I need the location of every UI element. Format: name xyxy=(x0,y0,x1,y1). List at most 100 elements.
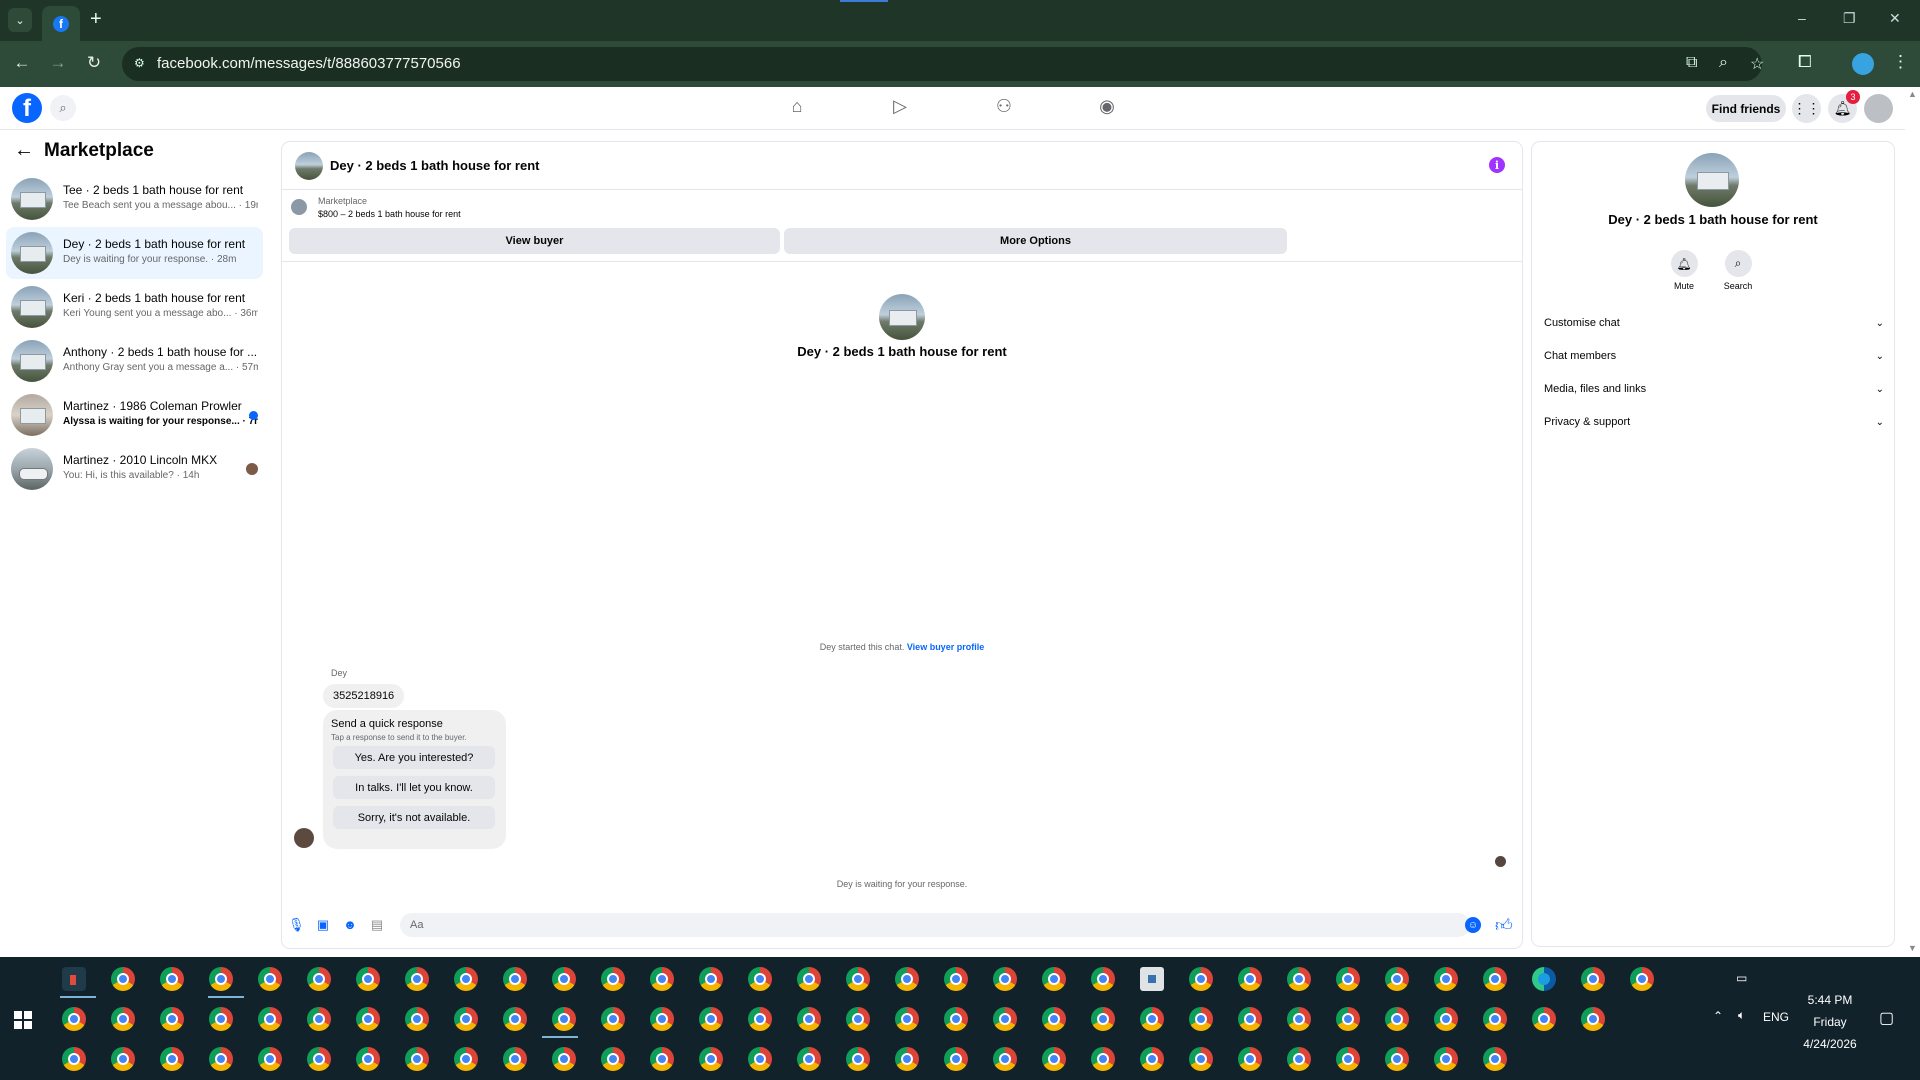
taskbar-app-icon[interactable] xyxy=(1042,1047,1066,1071)
taskbar-app-icon[interactable] xyxy=(405,1007,429,1031)
gif-icon[interactable]: ▤ xyxy=(369,917,385,933)
taskbar-app-icon[interactable] xyxy=(405,967,429,991)
taskbar-app-icon[interactable] xyxy=(356,1007,380,1031)
minimize-button[interactable]: – xyxy=(1798,10,1806,26)
taskbar-app-icon[interactable] xyxy=(1287,1047,1311,1071)
taskbar-app-icon[interactable] xyxy=(503,967,527,991)
taskbar-app-icon[interactable] xyxy=(1091,1007,1115,1031)
taskbar-app-icon[interactable] xyxy=(1140,1007,1164,1031)
message-bubble[interactable]: 3525218916 xyxy=(323,684,405,708)
taskbar-app-icon[interactable] xyxy=(748,967,772,991)
new-tab-button[interactable]: + xyxy=(90,9,102,29)
conversation-item[interactable]: Martinez · 1986 Coleman Prowler Alyssa is… xyxy=(6,389,263,441)
sidebar-scrollbar[interactable] xyxy=(263,131,268,957)
back-arrow-icon[interactable]: ← xyxy=(14,139,34,162)
taskbar-app-icon[interactable] xyxy=(797,1047,821,1071)
taskbar-app-icon[interactable] xyxy=(258,1007,282,1031)
taskbar-app-icon[interactable] xyxy=(1532,967,1556,991)
more-options-button[interactable]: More Options xyxy=(784,228,1287,254)
chat-members-row[interactable]: Chat members ⌄ xyxy=(1544,342,1884,370)
facebook-logo-icon[interactable]: f xyxy=(12,93,42,123)
taskbar-app-icon[interactable] xyxy=(895,1047,919,1071)
taskbar-app-icon[interactable] xyxy=(209,1047,233,1071)
emoji-icon[interactable]: ☺ xyxy=(1465,917,1481,933)
sender-avatar[interactable] xyxy=(294,828,314,848)
thumbs-up-icon[interactable]: 👍︎ xyxy=(1495,915,1513,936)
conversation-item[interactable]: Keri · 2 beds 1 bath house for rent Keri … xyxy=(6,281,263,333)
taskbar-app-icon[interactable] xyxy=(1091,967,1115,991)
video-icon[interactable]: ▷ xyxy=(887,96,913,120)
taskbar-app-icon[interactable] xyxy=(1434,1007,1458,1031)
taskbar-app-icon[interactable] xyxy=(111,1007,135,1031)
reload-icon[interactable]: ↻ xyxy=(83,53,105,73)
taskbar-app-icon[interactable] xyxy=(111,967,135,991)
taskbar-app-icon[interactable] xyxy=(454,1007,478,1031)
taskbar-app-icon[interactable] xyxy=(1581,1007,1605,1031)
taskbar-app-icon[interactable] xyxy=(209,1007,233,1031)
taskbar-app-icon[interactable] xyxy=(160,967,184,991)
taskbar-app-icon[interactable] xyxy=(552,1007,576,1031)
chat-header-avatar[interactable] xyxy=(295,152,323,180)
conversation-item[interactable]: Anthony · 2 beds 1 bath house for ... Ant… xyxy=(6,335,263,387)
search-icon[interactable]: ⌕ xyxy=(50,95,76,121)
chrome-profile-avatar[interactable] xyxy=(1852,53,1874,75)
taskbar-app-icon[interactable] xyxy=(895,1007,919,1031)
friends-icon[interactable]: ⚇ xyxy=(991,96,1017,120)
taskbar-app-icon[interactable] xyxy=(111,1047,135,1071)
taskbar-app-icon[interactable] xyxy=(944,1047,968,1071)
taskbar-app-icon[interactable] xyxy=(1091,1047,1115,1071)
taskbar-app-icon[interactable] xyxy=(62,967,86,991)
taskbar-app-icon[interactable] xyxy=(503,1007,527,1031)
bell-icon[interactable]: 🔔︎ xyxy=(1670,250,1698,277)
taskbar-app-icon[interactable] xyxy=(699,1047,723,1071)
chat-header-title[interactable]: Dey · 2 beds 1 bath house for rent xyxy=(330,158,540,173)
zoom-icon[interactable]: ⌕ xyxy=(1719,54,1728,72)
taskbar-app-icon[interactable] xyxy=(699,967,723,991)
taskbar-app-icon[interactable] xyxy=(1287,967,1311,991)
taskbar-app-icon[interactable] xyxy=(1189,967,1213,991)
taskbar-app-icon[interactable] xyxy=(846,1007,870,1031)
install-app-icon[interactable]: ⧉ xyxy=(1686,54,1697,72)
taskbar-app-icon[interactable] xyxy=(650,967,674,991)
info-icon[interactable]: i xyxy=(1489,157,1505,173)
tab-search-button[interactable]: ⌄ xyxy=(8,8,32,32)
taskbar-app-icon[interactable] xyxy=(454,1047,478,1071)
view-buyer-button[interactable]: View buyer xyxy=(289,228,780,254)
windows-start-icon[interactable] xyxy=(14,1011,32,1029)
taskbar-app-icon[interactable] xyxy=(62,1047,86,1071)
menu-grid-icon[interactable]: ⋮⋮ xyxy=(1792,94,1821,123)
forward-icon[interactable]: → xyxy=(47,53,69,73)
taskbar-app-icon[interactable] xyxy=(307,1047,331,1071)
taskbar-app-icon[interactable] xyxy=(454,967,478,991)
quick-reply-in-talks[interactable]: In talks. I'll let you know. xyxy=(333,776,495,799)
taskbar-app-icon[interactable] xyxy=(993,1007,1017,1031)
taskbar-app-icon[interactable] xyxy=(1630,967,1654,991)
photo-icon[interactable]: ▣ xyxy=(315,917,331,933)
home-icon[interactable]: ⌂ xyxy=(784,96,810,120)
taskbar-app-icon[interactable] xyxy=(405,1047,429,1071)
taskbar-app-icon[interactable] xyxy=(1042,967,1066,991)
taskbar-app-icon[interactable] xyxy=(258,1047,282,1071)
close-window-button[interactable]: ✕ xyxy=(1889,10,1901,27)
taskbar-app-icon[interactable] xyxy=(846,1047,870,1071)
taskbar-app-icon[interactable] xyxy=(1189,1047,1213,1071)
taskbar-app-icon[interactable] xyxy=(1238,1007,1262,1031)
search-action[interactable]: ⌕ Search xyxy=(1718,250,1758,291)
conversation-item[interactable]: Dey · 2 beds 1 bath house for rent Dey is… xyxy=(6,227,263,279)
quick-reply-interested[interactable]: Yes. Are you interested? xyxy=(333,746,495,769)
media-files-links-row[interactable]: Media, files and links ⌄ xyxy=(1544,375,1884,403)
site-info-icon[interactable]: ⚙ xyxy=(134,56,150,72)
taskbar-app-icon[interactable] xyxy=(650,1007,674,1031)
taskbar-app-icon[interactable] xyxy=(797,1007,821,1031)
taskbar-app-icon[interactable] xyxy=(797,967,821,991)
listing-banner[interactable]: Marketplace $800 – 2 beds 1 bath house f… xyxy=(282,190,1522,224)
privacy-support-row[interactable]: Privacy & support ⌄ xyxy=(1544,408,1884,436)
taskbar-clock[interactable]: 5:44 PM Friday 4/24/2026 xyxy=(1778,989,1882,1055)
taskbar-app-icon[interactable] xyxy=(1238,1047,1262,1071)
microphone-icon[interactable]: 🎙︎ xyxy=(288,917,305,933)
taskbar-app-icon[interactable] xyxy=(650,1047,674,1071)
conversation-item[interactable]: Tee · 2 beds 1 bath house for rent Tee Be… xyxy=(6,173,263,225)
taskbar-app-icon[interactable] xyxy=(1336,1007,1360,1031)
taskbar-app-icon[interactable] xyxy=(601,1047,625,1071)
taskbar-app-icon[interactable] xyxy=(1140,967,1164,991)
